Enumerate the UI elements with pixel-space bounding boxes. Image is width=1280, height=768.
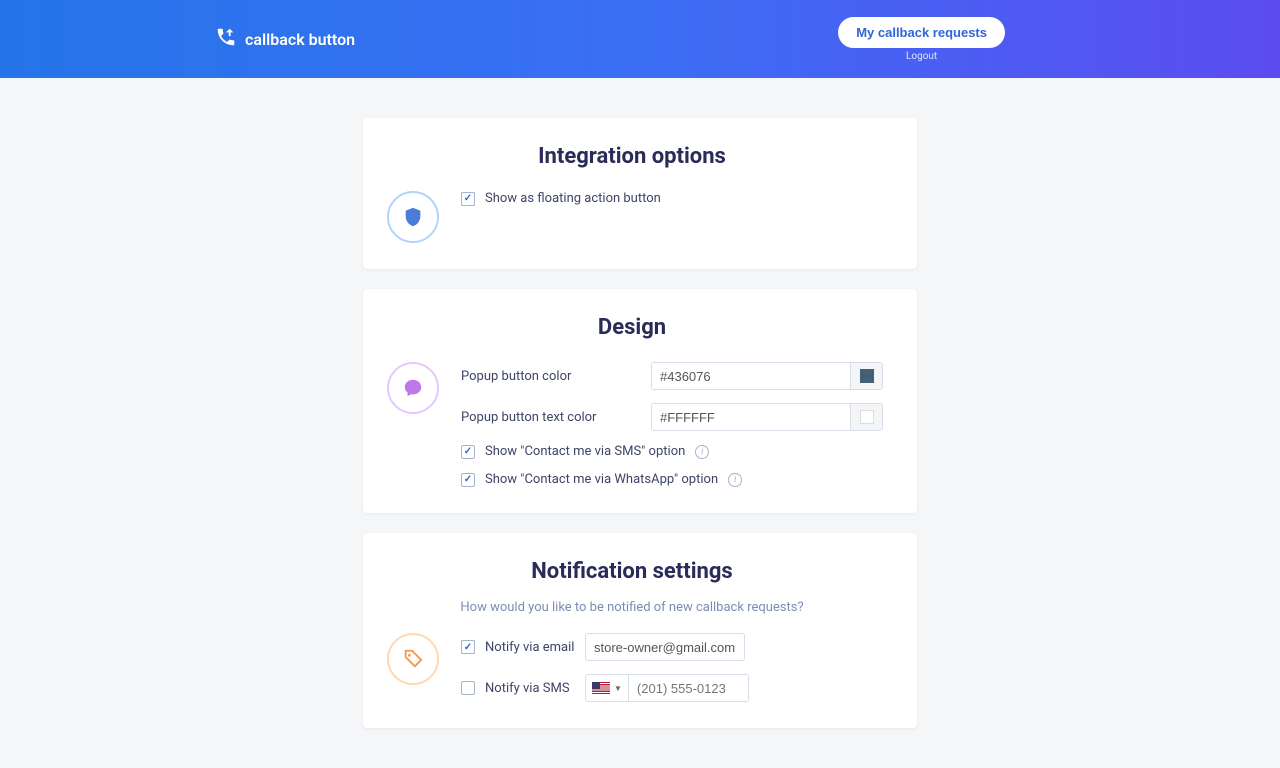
logout-link[interactable]: Logout [906,51,937,62]
notifications-subtitle: How would you like to be notified of new… [387,600,877,615]
text-color-label: Popup button text color [461,410,641,425]
notify-email-checkbox[interactable] [461,640,475,654]
btn-color-swatch-button[interactable] [850,363,882,389]
notify-sms-label: Notify via SMS [485,681,575,696]
whatsapp-option-label: Show "Contact me via WhatsApp" option [485,472,718,487]
info-icon[interactable]: i [728,473,742,487]
btn-color-input[interactable] [652,363,850,389]
integration-title: Integration options [387,144,877,169]
btn-color-label: Popup button color [461,369,641,384]
text-color-input-group [651,403,883,431]
fab-label: Show as floating action button [485,191,661,206]
country-flag-selector[interactable]: ▼ [585,674,629,702]
notify-email-input[interactable] [585,633,745,661]
text-color-swatch-button[interactable] [850,404,882,430]
fab-checkbox-row: Show as floating action button [461,191,877,206]
fab-checkbox[interactable] [461,192,475,206]
sms-option-label: Show "Contact me via SMS" option [485,444,685,459]
chevron-down-icon: ▼ [614,684,622,693]
design-title: Design [387,315,877,340]
sms-option-checkbox[interactable] [461,445,475,459]
brand-logo: callback button [215,26,355,52]
us-flag-icon [592,682,610,694]
app-header: callback button My callback requests Log… [0,0,1280,78]
notifications-card: Notification settings How would you like… [363,533,917,728]
main-content: Integration options Show as floating act… [0,78,1280,768]
info-icon[interactable]: i [695,445,709,459]
notifications-title: Notification settings [387,559,877,584]
brand-name: callback button [245,30,355,49]
phone-callback-icon [215,26,237,52]
tag-icon [387,633,439,685]
chat-icon [387,362,439,414]
btn-color-input-group [651,362,883,390]
design-card: Design Popup button color Popup button t… [363,289,917,513]
notify-sms-checkbox[interactable] [461,681,475,695]
my-callback-requests-button[interactable]: My callback requests [838,17,1005,48]
text-color-input[interactable] [652,404,850,430]
whatsapp-option-checkbox[interactable] [461,473,475,487]
notify-sms-input[interactable] [629,674,749,702]
shield-icon [387,191,439,243]
integration-card: Integration options Show as floating act… [363,118,917,269]
header-actions: My callback requests Logout [838,17,1005,62]
notify-email-label: Notify via email [485,640,575,655]
